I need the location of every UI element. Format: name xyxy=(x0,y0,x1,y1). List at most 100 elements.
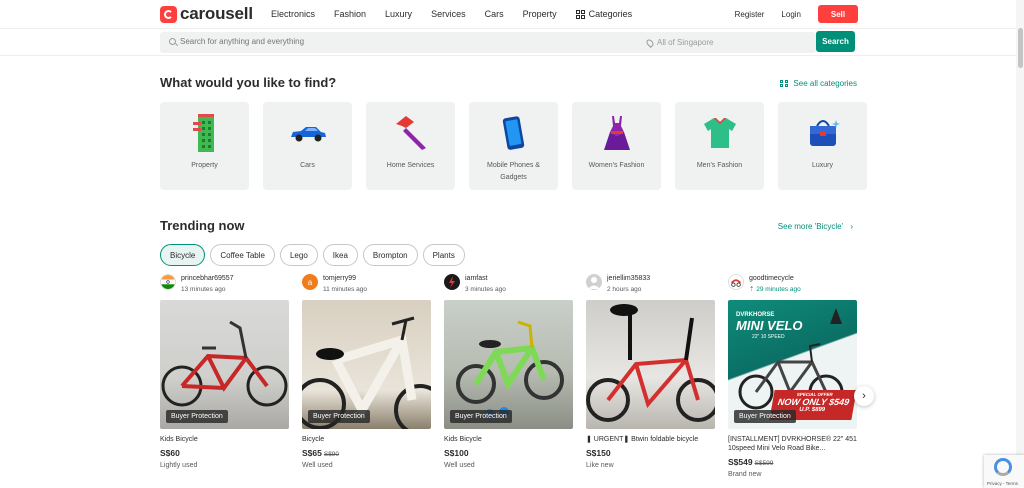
top-header: carousell Electronics Fashion Luxury Ser… xyxy=(0,0,1024,28)
seller-name: iamfast xyxy=(465,275,488,282)
listing-card[interactable]: a tomjerry99 11 minutes ago Buyer Protec… xyxy=(302,272,431,478)
nav-electronics[interactable]: Electronics xyxy=(271,9,315,19)
hammer-icon xyxy=(392,114,430,152)
listing-title: Kids Bicycle xyxy=(160,436,198,443)
avatar: a xyxy=(302,274,318,290)
listing-card[interactable]: goodtimecycle ⇡ 29 minutes ago DVRKHORSE… xyxy=(728,272,857,478)
buyer-protection-badge: Buyer Protection xyxy=(734,410,796,423)
search-button[interactable]: Search xyxy=(816,31,855,52)
listing-condition: Well used xyxy=(444,462,475,469)
chip-lego[interactable]: Lego xyxy=(279,244,318,266)
listing-card[interactable]: jeriellim35833 2 hours ago ❚ URGENT❚ Btw… xyxy=(586,272,715,478)
search-icon xyxy=(169,38,176,45)
chip-bicycle[interactable]: Bicycle xyxy=(160,244,206,266)
chip-brompton[interactable]: Brompton xyxy=(362,244,418,266)
carousell-logo-icon xyxy=(160,5,177,23)
login-link[interactable]: Login xyxy=(781,10,801,19)
listing-time: 3 minutes ago xyxy=(465,286,506,293)
search-bar: All of Singapore xyxy=(160,32,816,53)
location-pin-icon xyxy=(645,37,655,48)
auth-links: Register Login Sell xyxy=(735,5,858,23)
nav-cars[interactable]: Cars xyxy=(485,9,504,19)
listing-condition: Brand new xyxy=(728,471,762,478)
category-cars[interactable]: Cars xyxy=(263,102,352,190)
building-icon xyxy=(186,114,224,152)
nav-services[interactable]: Services xyxy=(431,9,466,19)
category-mens-fashion[interactable]: Men's Fashion xyxy=(675,102,764,190)
buyer-protection-badge: Buyer Protection xyxy=(450,410,512,423)
seller-name: jeriellim35833 xyxy=(607,275,651,282)
trending-heading: Trending now xyxy=(160,218,245,233)
listing-title: ❚ URGENT❚ Btwin foldable bicycle xyxy=(586,436,699,443)
nav-property[interactable]: Property xyxy=(523,9,557,19)
listing-photo[interactable]: Buyer Protection xyxy=(302,300,431,429)
category-womens-fashion[interactable]: Women's Fashion xyxy=(572,102,661,190)
chip-coffee-table[interactable]: Coffee Table xyxy=(210,244,275,266)
buyer-protection-badge: Buyer Protection xyxy=(308,410,370,423)
listing-title: [INSTALLMENT] DVRKHORSE® 22" 451 10speed… xyxy=(728,436,857,452)
listing-time: 11 minutes ago xyxy=(323,286,367,293)
bicycle-image xyxy=(586,304,715,422)
category-label: Luxury xyxy=(811,162,833,169)
listing-condition: Well used xyxy=(302,462,333,469)
seller-info[interactable]: a tomjerry99 11 minutes ago xyxy=(302,272,431,300)
chevron-right-icon: › xyxy=(862,390,866,402)
register-link[interactable]: Register xyxy=(735,10,765,19)
logo-text: carousell xyxy=(180,4,253,23)
category-property[interactable]: Property xyxy=(160,102,249,190)
avatar xyxy=(160,274,176,290)
handbag-icon xyxy=(804,114,842,152)
original-price: S$599 xyxy=(754,460,774,467)
listing-carousel: princebhar69557 13 minutes ago Buyer Pro… xyxy=(160,272,857,478)
see-all-label: See all categories xyxy=(793,79,857,88)
nav-fashion[interactable]: Fashion xyxy=(334,9,366,19)
location-selector[interactable]: All of Singapore xyxy=(645,37,714,48)
listing-price: S$65 S$90 xyxy=(302,448,340,458)
scroll-thumb[interactable] xyxy=(1018,28,1023,68)
chip-ikea[interactable]: Ikea xyxy=(322,244,358,266)
page-scrollbar[interactable] xyxy=(1016,0,1024,488)
recaptcha-text: Privacy - Terms xyxy=(987,481,1018,486)
seller-info[interactable]: princebhar69557 13 minutes ago xyxy=(160,272,289,300)
nav-luxury[interactable]: Luxury xyxy=(385,9,412,19)
categories-grid-icon xyxy=(575,9,585,19)
original-price: S$90 xyxy=(323,451,340,458)
seller-info[interactable]: iamfast 3 minutes ago xyxy=(444,272,573,300)
category-mobile-phones[interactable]: Mobile Phones & Gadgets xyxy=(469,102,558,190)
category-label: Cars xyxy=(300,162,315,169)
listing-card[interactable]: iamfast 3 minutes ago Buyer Protection K… xyxy=(444,272,573,478)
listing-title: Kids Bicycle xyxy=(444,436,482,443)
carousel-next-button[interactable]: › xyxy=(854,386,874,406)
avatar xyxy=(444,274,460,290)
chip-plants[interactable]: Plants xyxy=(422,244,465,266)
listing-photo[interactable]: Buyer Protection xyxy=(160,300,289,429)
buyer-protection-badge: Buyer Protection xyxy=(166,410,228,423)
category-label: Property xyxy=(191,162,218,169)
search-input[interactable] xyxy=(180,37,640,46)
carousell-logo[interactable]: carousell xyxy=(160,4,253,24)
listing-title: Bicycle xyxy=(302,436,325,443)
listing-time: ⇡ 29 minutes ago xyxy=(749,286,801,293)
recaptcha-icon xyxy=(994,458,1012,476)
nav-categories[interactable]: Categories xyxy=(575,9,632,19)
listing-photo[interactable]: Buyer Protection xyxy=(444,300,573,429)
seller-info[interactable]: jeriellim35833 2 hours ago xyxy=(586,272,715,300)
category-luxury[interactable]: Luxury xyxy=(778,102,867,190)
main-nav: Electronics Fashion Luxury Services Cars… xyxy=(271,9,651,19)
listing-time: 13 minutes ago xyxy=(181,286,226,293)
seller-name: tomjerry99 xyxy=(323,275,357,282)
listing-photo[interactable]: DVRKHORSE MINI VELO 22" 10 SPEED SPECIAL… xyxy=(728,300,857,429)
search-section: All of Singapore xyxy=(0,28,1024,56)
listing-photo[interactable] xyxy=(586,300,715,429)
seller-info[interactable]: goodtimecycle ⇡ 29 minutes ago xyxy=(728,272,857,300)
see-all-categories-link[interactable]: See all categories xyxy=(780,79,857,88)
location-label: All of Singapore xyxy=(657,38,714,47)
sell-button[interactable]: Sell xyxy=(818,5,858,23)
category-home-services[interactable]: Home Services xyxy=(366,102,455,190)
trending-chips: Bicycle Coffee Table Lego Ikea Brompton … xyxy=(160,244,465,266)
listing-card[interactable]: princebhar69557 13 minutes ago Buyer Pro… xyxy=(160,272,289,478)
category-label: Men's Fashion xyxy=(696,162,743,169)
recaptcha-badge[interactable]: Privacy - Terms xyxy=(984,455,1024,488)
see-more-link[interactable]: See more 'Bicycle' › xyxy=(778,222,853,231)
categories-heading: What would you like to find? xyxy=(160,75,337,90)
